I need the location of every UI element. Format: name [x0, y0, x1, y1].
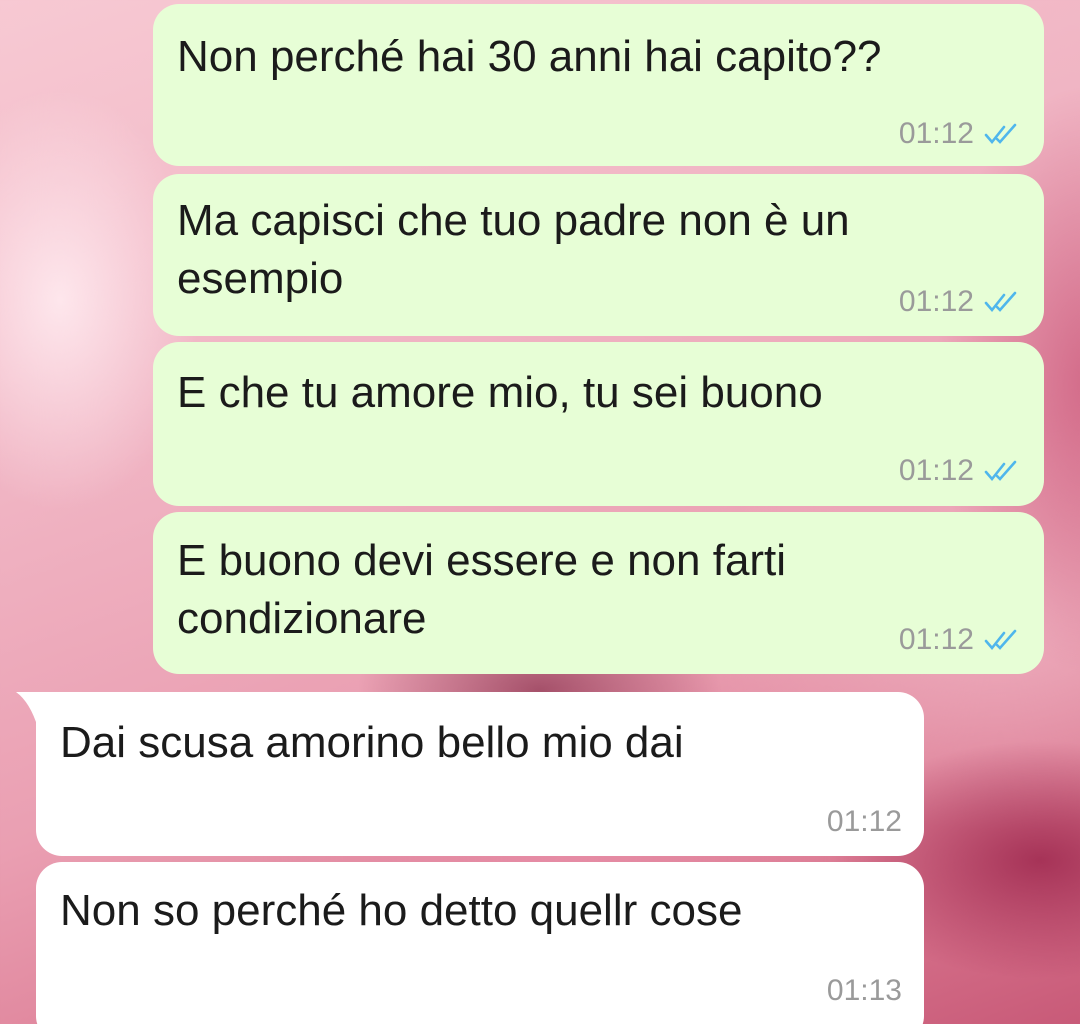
message-text: E che tu amore mio, tu sei buono — [177, 368, 823, 417]
message-meta: 01:12 — [899, 622, 1018, 658]
message-time: 01:12 — [898, 285, 974, 318]
message-meta: 01:12 — [827, 804, 902, 840]
message-bubble-outgoing[interactable]: Ma capisci che tuo padre non è un esempi… — [153, 174, 1044, 336]
message-time: 01:13 — [826, 974, 902, 1007]
message-bubble-outgoing[interactable]: E che tu amore mio, tu sei buono 01:12 — [153, 342, 1044, 506]
double-check-read-icon — [984, 291, 1017, 313]
message-text: Dai scusa amorino bello mio dai — [60, 718, 684, 767]
message-text: Ma capisci che tuo padre non è un esempi… — [177, 196, 850, 303]
message-meta: 01:12 — [899, 453, 1018, 489]
message-time: 01:12 — [898, 454, 974, 487]
double-check-read-icon — [984, 629, 1017, 651]
message-text: E buono devi essere e non farti condizio… — [177, 536, 787, 643]
message-bubble-outgoing[interactable]: E buono devi essere e non farti condizio… — [153, 512, 1044, 674]
message-text: Non so perché ho detto quellr cose — [60, 886, 743, 935]
message-meta: 01:12 — [899, 116, 1018, 152]
double-check-read-icon — [984, 123, 1017, 145]
message-bubble-incoming[interactable]: Dai scusa amorino bello mio dai 01:12 — [36, 692, 924, 856]
message-time: 01:12 — [898, 623, 974, 656]
message-bubble-outgoing[interactable]: Non perché hai 30 anni hai capito?? 01:1… — [153, 4, 1044, 166]
message-meta: 01:13 — [827, 973, 902, 1009]
message-time: 01:12 — [826, 805, 902, 838]
message-meta: 01:12 — [899, 284, 1018, 320]
message-text: Non perché hai 30 anni hai capito?? — [177, 32, 882, 81]
message-bubble-incoming[interactable]: Non so perché ho detto quellr cose 01:13 — [36, 862, 924, 1024]
double-check-read-icon — [984, 460, 1017, 482]
message-time: 01:12 — [898, 117, 974, 150]
